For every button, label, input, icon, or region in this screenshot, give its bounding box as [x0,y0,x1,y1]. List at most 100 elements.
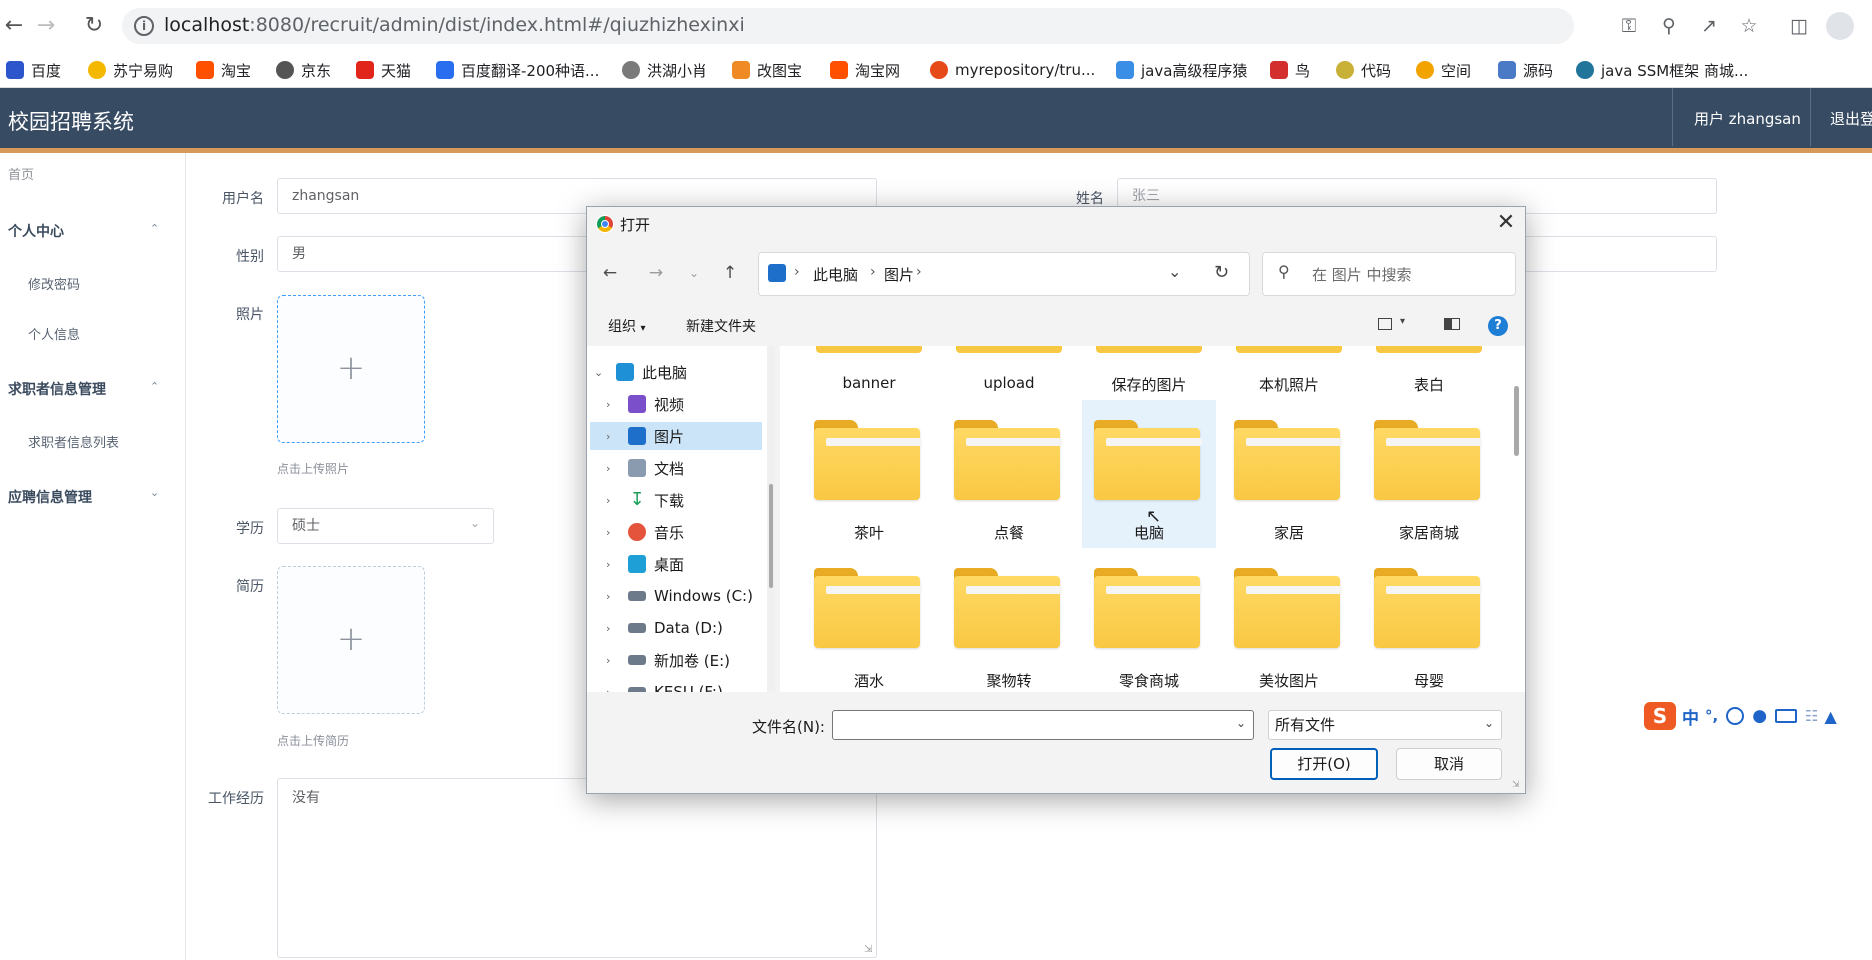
tree-item-pictures[interactable]: › 图片 [590,422,762,450]
bookmark-item[interactable]: java SSM框架 商城... [1576,58,1748,82]
side-panel-icon[interactable]: ◫ [1786,13,1812,39]
filetype-select[interactable]: 所有文件 [1268,710,1502,740]
folder-label[interactable]: 美妆图片 [1224,670,1354,691]
folder-label[interactable]: 茶叶 [804,522,934,543]
open-button[interactable]: 打开(O) [1270,748,1378,780]
bookmark-item[interactable]: 代码 [1336,58,1391,82]
folder-label[interactable]: 酒水 [804,670,934,691]
folder-gathering[interactable] [946,564,1062,660]
keyboard-icon[interactable] [1775,709,1798,723]
resume-upload-box[interactable]: + [277,566,425,714]
skin-icon[interactable]: ▲ [1825,707,1837,726]
bookmark-item[interactable]: 百度 [6,58,61,82]
caret-down-icon[interactable]: ▾ [1400,316,1405,327]
bookmark-item[interactable]: 天猫 [356,58,411,82]
folder-label[interactable]: 家居商城 [1364,522,1494,543]
back-arrow-icon[interactable]: ← [0,12,28,40]
tree-item-drive-e[interactable]: › 新加卷 (E:) [590,646,762,674]
photo-upload-box[interactable]: + [277,295,425,443]
bookmark-item[interactable]: 淘宝 [196,58,251,82]
resize-handle-icon[interactable]: ⇲ [864,944,872,955]
forward-arrow-icon[interactable]: → [642,262,670,284]
folder-computer[interactable] [1086,416,1202,512]
cancel-button[interactable]: 取消 [1396,748,1502,780]
profile-avatar-icon[interactable] [1826,12,1854,40]
tree-item-drive-d[interactable]: › Data (D:) [590,614,762,642]
logout-button[interactable]: 退出登录 [1830,108,1872,129]
tree-scrollbar-thumb[interactable] [769,484,773,588]
key-icon[interactable]: ⚿ [1616,13,1642,39]
folder-label[interactable]: 母婴 [1364,670,1494,691]
bookmark-item[interactable]: 百度翻译-200种语... [436,58,599,82]
folder-label[interactable]: upload [944,374,1074,392]
forward-arrow-icon[interactable]: → [32,12,60,40]
sidebar-group-application[interactable]: 应聘信息管理 [8,487,92,507]
tree-item-videos[interactable]: › 视频 [590,390,762,418]
back-arrow-icon[interactable]: ← [596,262,624,284]
folder-home[interactable] [1226,416,1342,512]
files-scrollbar-thumb[interactable] [1514,386,1519,456]
bookmark-item[interactable]: myrepository/tru... [930,58,1095,82]
tree-item-drive-c[interactable]: › Windows (C:) [590,582,762,610]
folder-label[interactable]: 点餐 [944,522,1074,543]
chevron-down-icon[interactable]: ⌄ [1168,262,1181,281]
url-text[interactable]: localhost:8080/recruit/admin/dist/index.… [164,14,745,36]
sidebar-item-jobseeker-list[interactable]: 求职者信息列表 [28,432,119,451]
resize-grip-icon[interactable]: ⇲ [1512,780,1520,790]
view-mode-icon[interactable] [1378,318,1392,330]
sidebar-item-personal-info[interactable]: 个人信息 [28,324,80,343]
folder-label[interactable]: 本机照片 [1224,374,1354,395]
reload-icon[interactable]: ↻ [80,12,108,40]
preview-pane-icon[interactable] [1444,318,1460,330]
folder-ordering[interactable] [946,416,1062,512]
bookmark-item[interactable]: java高级程序猿 [1116,58,1247,82]
close-icon[interactable]: ✕ [1494,208,1518,238]
tree-item-documents[interactable]: › 文档 [590,454,762,482]
folder-label[interactable]: 家居 [1224,522,1354,543]
sidebar-group-personal[interactable]: 个人中心 [8,221,64,241]
sidebar-item-home[interactable]: 首页 [8,164,34,183]
bookmark-item[interactable]: 苏宁易购 [88,58,173,82]
new-folder-button[interactable]: 新建文件夹 [686,316,756,336]
experience-textarea[interactable]: 没有 [277,778,877,958]
bookmark-item[interactable]: 洪湖小肖 [622,58,707,82]
chevron-down-icon[interactable]: ⌄ [680,262,708,284]
folder-liquor[interactable] [806,564,922,660]
tree-item-this-pc[interactable]: ⌄ 此电脑 [590,358,762,386]
education-select[interactable]: 硕士 [277,508,494,544]
bookmark-star-icon[interactable]: ☆ [1736,13,1762,39]
chevron-down-icon[interactable]: ⌄ [1484,716,1494,730]
site-info-icon[interactable]: i [134,16,154,36]
refresh-icon[interactable]: ↻ [1214,262,1229,283]
folder-makeup[interactable] [1226,564,1342,660]
breadcrumb-this-pc[interactable]: 此电脑 [813,264,858,285]
folder-tea[interactable] [806,416,922,512]
tree-item-drive-f[interactable]: › KESU (F:) [590,678,762,692]
help-icon[interactable]: ? [1488,316,1508,336]
folder-label[interactable]: 零食商城 [1084,670,1214,691]
folder-home-mall[interactable] [1366,416,1482,512]
bookmark-item[interactable]: 改图宝 [732,58,802,82]
folder-label[interactable]: 保存的图片 [1084,374,1214,395]
share-icon[interactable]: ↗ [1696,13,1722,39]
microphone-icon[interactable]: ● [1752,706,1767,726]
chevron-down-icon[interactable]: ⌄ [1236,716,1246,730]
ime-punctuation-toggle[interactable]: °, [1705,707,1718,725]
bookmark-item[interactable]: 京东 [276,58,331,82]
folder-label[interactable]: 聚物转 [944,670,1074,691]
folder-label[interactable]: banner [804,374,934,392]
organize-button[interactable]: 组织 ▾ [608,316,645,336]
sogou-logo-icon[interactable]: S [1644,702,1676,730]
tree-item-music[interactable]: › 音乐 [590,518,762,546]
tree-item-desktop[interactable]: › 桌面 [590,550,762,578]
toolbox-icon[interactable]: ☷ [1805,707,1818,725]
zoom-icon[interactable]: ⚲ [1656,13,1682,39]
filename-input[interactable] [832,710,1254,740]
sidebar-item-change-password[interactable]: 修改密码 [28,274,80,293]
ime-language-toggle[interactable]: 中 [1682,704,1699,729]
sidebar-group-jobseeker[interactable]: 求职者信息管理 [8,379,106,399]
breadcrumb-pictures[interactable]: 图片 [884,264,914,285]
bookmark-item[interactable]: 淘宝网 [830,58,900,82]
folder-baby[interactable] [1366,564,1482,660]
emoji-icon[interactable] [1726,707,1745,725]
